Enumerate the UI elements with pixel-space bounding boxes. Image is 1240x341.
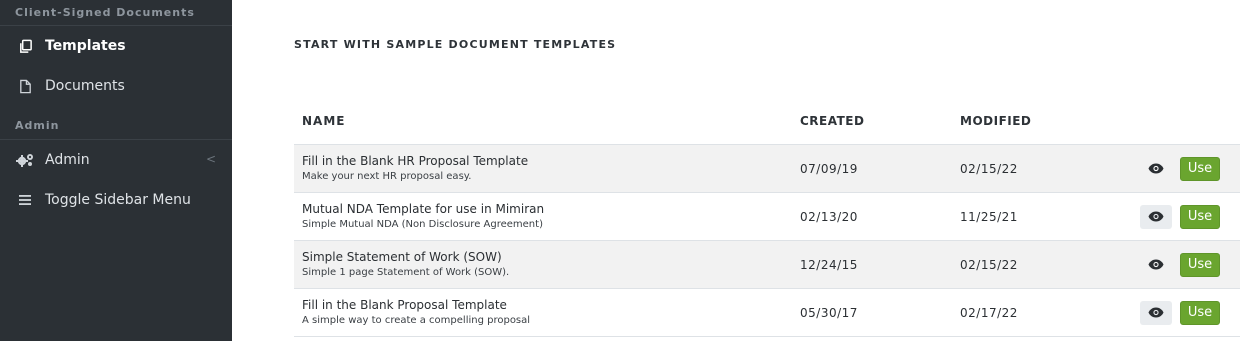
template-description: Simple 1 page Statement of Work (SOW). — [302, 267, 510, 278]
preview-button[interactable] — [1140, 300, 1172, 325]
template-title[interactable]: Mutual NDA Template for use in Mimiran — [302, 201, 800, 217]
row-actions: Use — [1134, 204, 1240, 229]
created-date: 02/13/20 — [800, 209, 858, 224]
template-title[interactable]: Fill in the Blank Proposal Template — [302, 297, 800, 313]
table-row: Fill in the Blank Proposal Template A si… — [294, 289, 1240, 337]
use-template-button[interactable]: Use — [1180, 204, 1220, 229]
sidebar-item-admin[interactable]: Admin < — [0, 140, 232, 180]
preview-button[interactable] — [1140, 157, 1172, 181]
row-actions: Use — [1134, 156, 1240, 181]
column-header-name[interactable]: NAME — [294, 114, 800, 128]
row-actions: Use — [1134, 252, 1240, 277]
table-row: Mutual NDA Template for use in Mimiran S… — [294, 193, 1240, 241]
copy-icon — [15, 38, 35, 54]
template-title[interactable]: Fill in the Blank HR Proposal Template — [302, 153, 800, 169]
templates-table: NAME CREATED MODIFIED Fill in the Blank … — [294, 98, 1240, 337]
sidebar-item-label: Admin — [45, 152, 90, 168]
table-header: NAME CREATED MODIFIED — [294, 98, 1240, 145]
column-header-modified[interactable]: MODIFIED — [960, 114, 1134, 128]
sidebar: Client-Signed Documents Templates Docume… — [0, 0, 232, 341]
preview-button[interactable] — [1140, 204, 1172, 229]
sidebar-item-toggle-menu[interactable]: Toggle Sidebar Menu — [0, 180, 232, 220]
preview-button[interactable] — [1140, 253, 1172, 277]
template-name-cell: Simple Statement of Work (SOW) Simple 1 … — [294, 249, 800, 280]
template-description: Simple Mutual NDA (Non Disclosure Agreem… — [302, 219, 543, 230]
modified-date: 02/15/22 — [960, 257, 1018, 272]
created-date: 05/30/17 — [800, 305, 858, 320]
cogs-icon — [15, 152, 35, 168]
file-icon — [15, 78, 35, 94]
modified-date: 02/17/22 — [960, 305, 1018, 320]
template-description: Make your next HR proposal easy. — [302, 171, 472, 182]
sidebar-item-label: Documents — [45, 78, 125, 94]
sidebar-item-label: Templates — [45, 38, 126, 54]
use-template-button[interactable]: Use — [1180, 300, 1220, 325]
table-row: Simple Statement of Work (SOW) Simple 1 … — [294, 241, 1240, 289]
template-name-cell: Mutual NDA Template for use in Mimiran S… — [294, 201, 800, 232]
eye-icon — [1148, 259, 1164, 270]
sidebar-item-label: Toggle Sidebar Menu — [45, 192, 191, 208]
table-row: Fill in the Blank HR Proposal Template M… — [294, 145, 1240, 193]
use-template-button[interactable]: Use — [1180, 156, 1220, 181]
sidebar-item-templates[interactable]: Templates — [0, 26, 232, 66]
template-title[interactable]: Simple Statement of Work (SOW) — [302, 249, 800, 265]
row-actions: Use — [1134, 300, 1240, 325]
eye-icon — [1148, 307, 1164, 318]
use-template-button[interactable]: Use — [1180, 252, 1220, 277]
section-label-admin: Admin — [0, 112, 232, 140]
section-label-client-signed: Client-Signed Documents — [0, 0, 232, 26]
sidebar-item-documents[interactable]: Documents — [0, 66, 232, 106]
eye-icon — [1148, 163, 1164, 174]
page-title: START WITH SAMPLE DOCUMENT TEMPLATES — [294, 38, 617, 51]
modified-date: 02/15/22 — [960, 161, 1018, 176]
chevron-left-icon: < — [205, 152, 216, 166]
column-header-created[interactable]: CREATED — [800, 114, 960, 128]
template-name-cell: Fill in the Blank HR Proposal Template M… — [294, 153, 800, 184]
created-date: 12/24/15 — [800, 257, 858, 272]
created-date: 07/09/19 — [800, 161, 858, 176]
menu-icon — [15, 192, 35, 208]
template-description: A simple way to create a compelling prop… — [302, 315, 531, 326]
eye-icon — [1148, 211, 1164, 222]
template-name-cell: Fill in the Blank Proposal Template A si… — [294, 297, 800, 328]
modified-date: 11/25/21 — [960, 209, 1018, 224]
main-content: START WITH SAMPLE DOCUMENT TEMPLATES NAM… — [232, 0, 1240, 341]
